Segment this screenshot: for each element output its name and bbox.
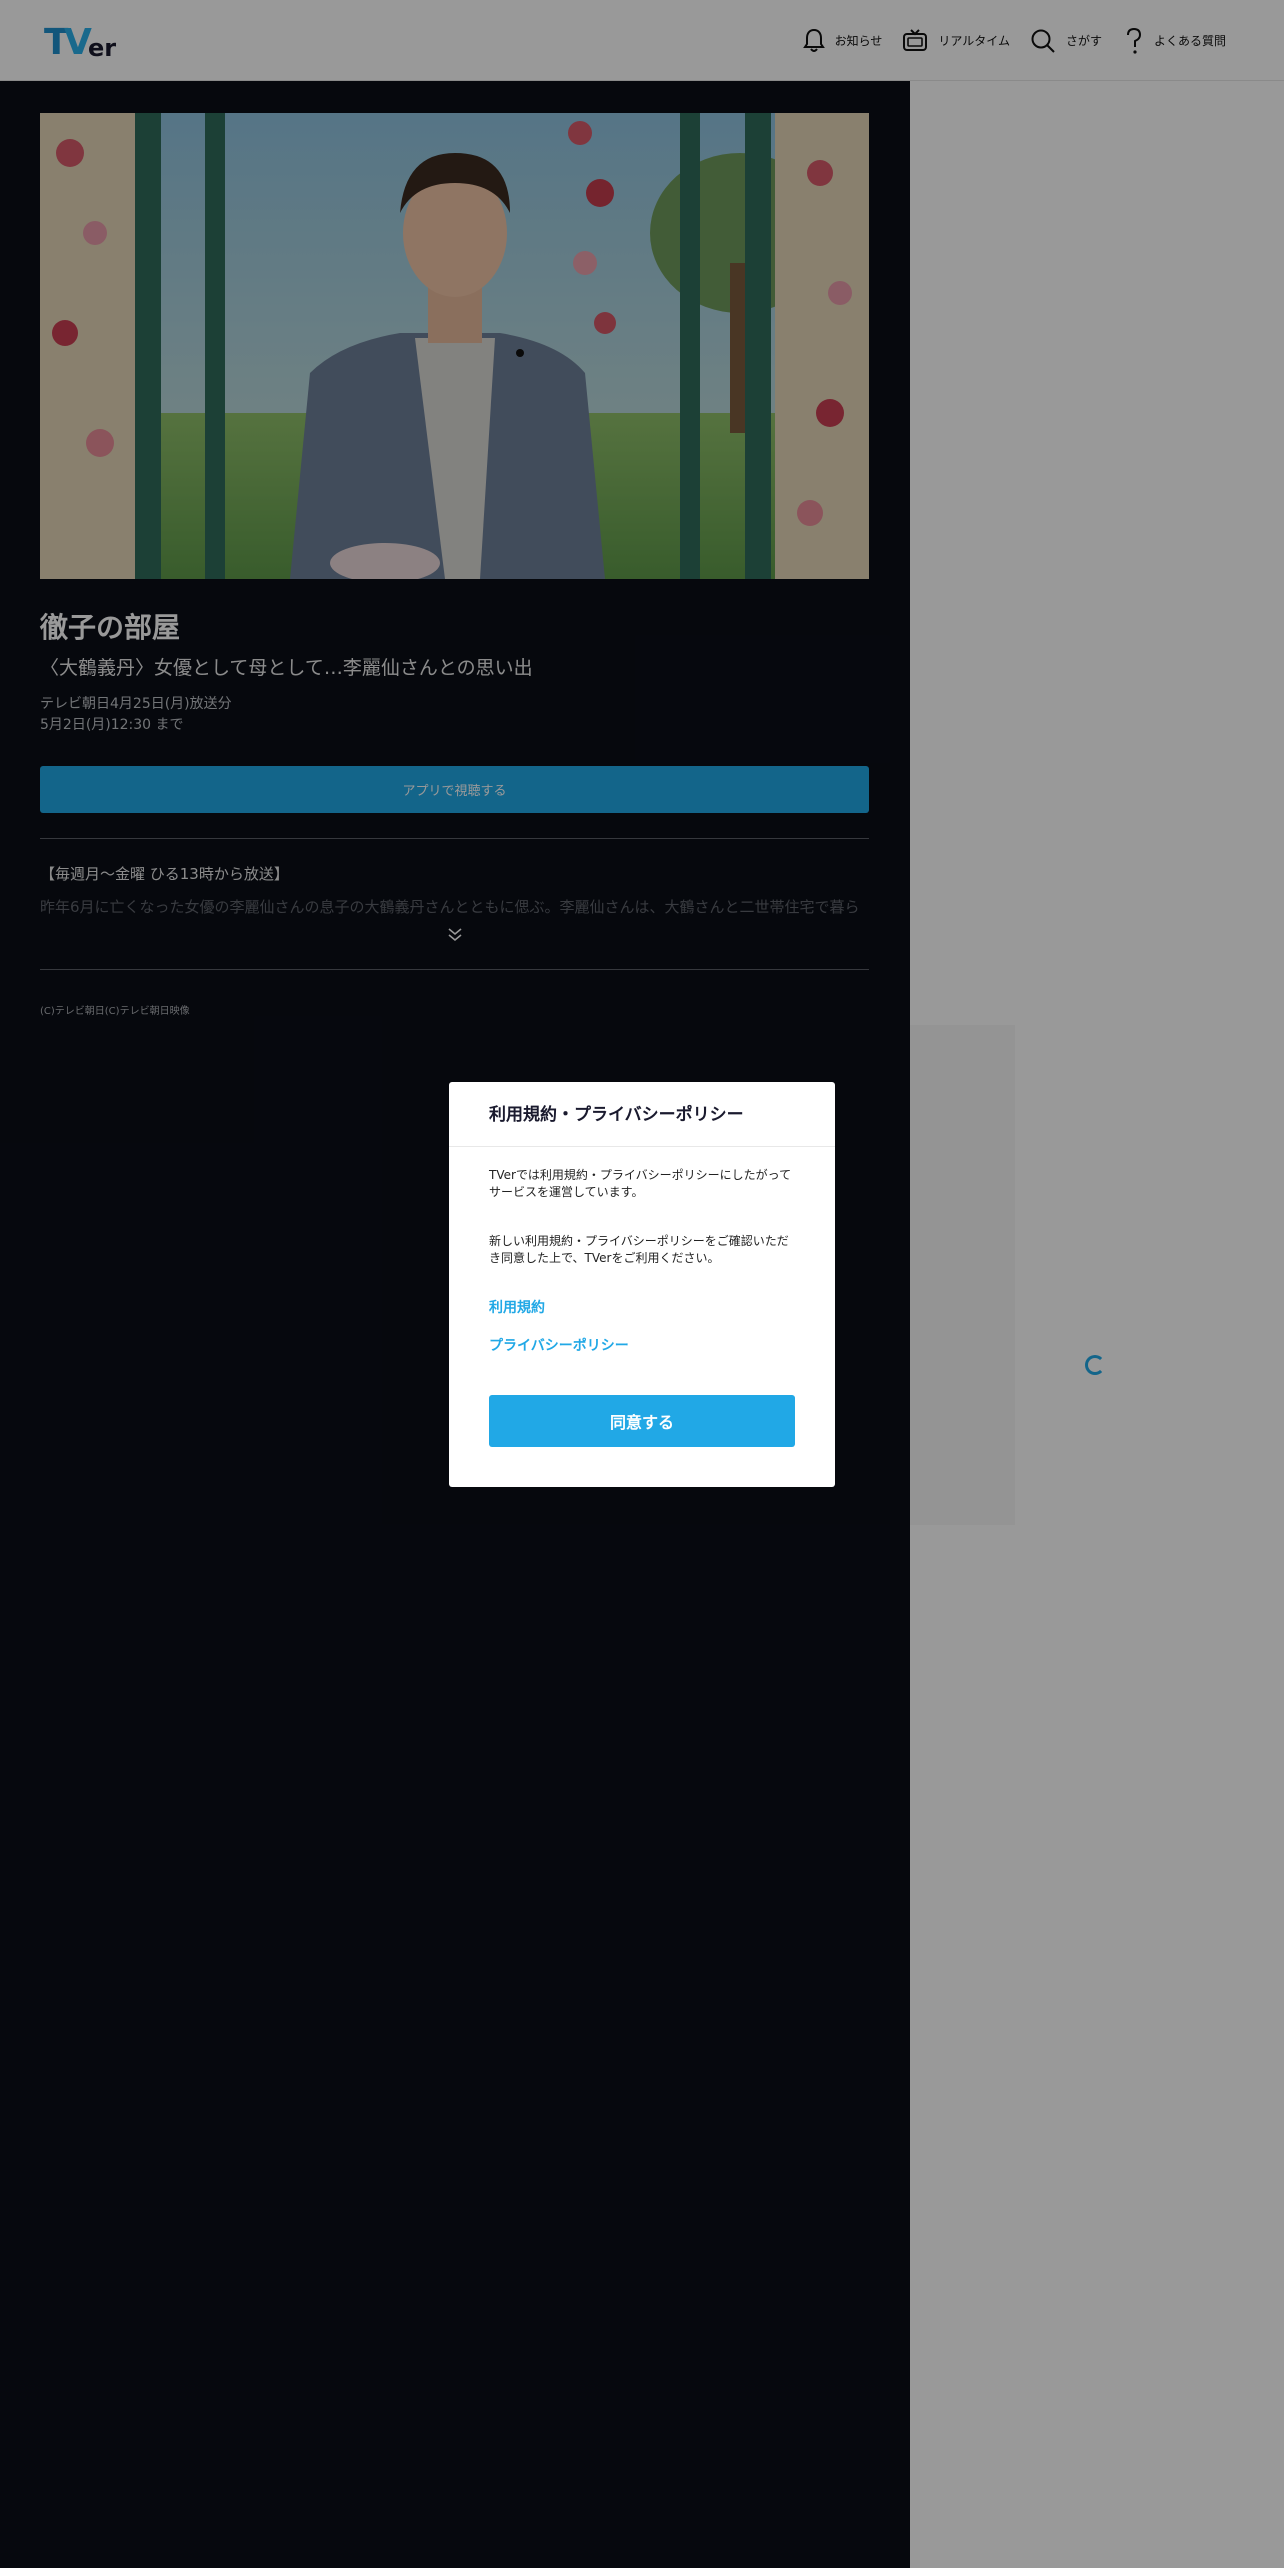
modal-paragraph-1: TVerでは利用規約・プライバシーポリシーにしたがってサービスを運営しています。 [489, 1168, 792, 1199]
agree-button[interactable]: 同意する [489, 1395, 795, 1447]
terms-link[interactable]: 利用規約 [489, 1297, 545, 1317]
modal-title: 利用規約・プライバシーポリシー [489, 1105, 744, 1125]
modal-separator [449, 1146, 835, 1147]
terms-modal: 利用規約・プライバシーポリシー TVerでは利用規約・プライバシーポリシーにした… [449, 1082, 835, 1487]
modal-paragraph-2: 新しい利用規約・プライバシーポリシーをご確認いただき同意した上で、TVerをご利… [489, 1234, 789, 1265]
privacy-policy-link[interactable]: プライバシーポリシー [489, 1335, 629, 1355]
